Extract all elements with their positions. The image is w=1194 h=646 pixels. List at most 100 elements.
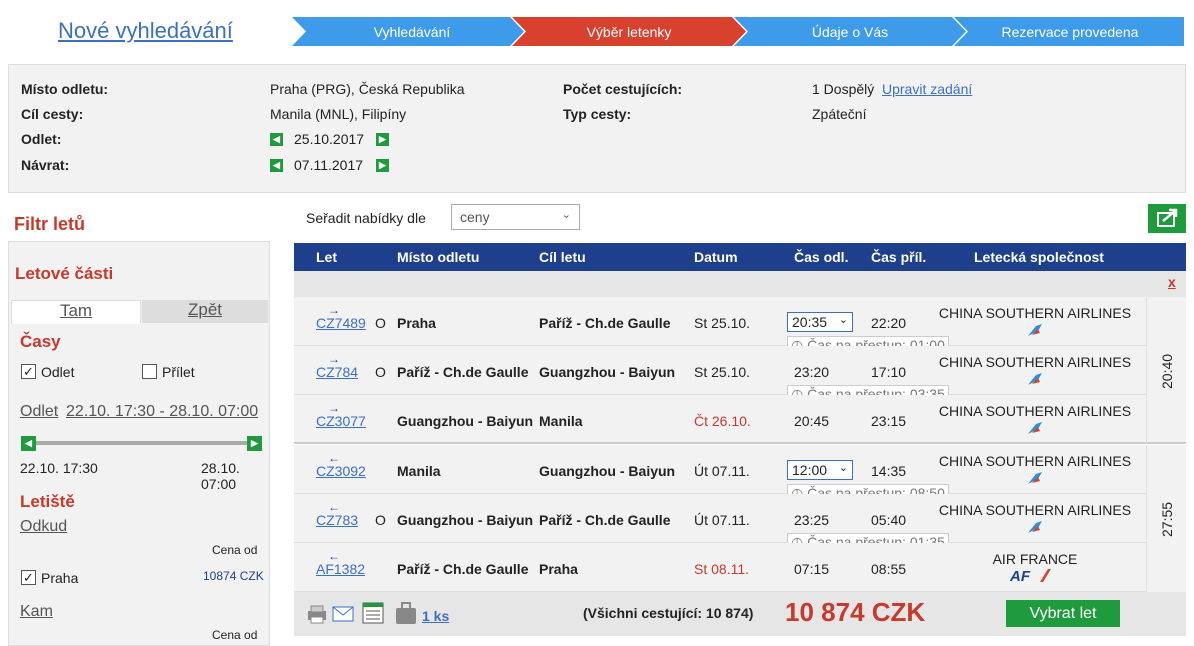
range-max-handle[interactable]: ▶ xyxy=(247,436,262,451)
flight-row[interactable]: ← CZ3092 Manila Guangzhou - Baiyun Út 07… xyxy=(294,445,1146,494)
close-offer-button[interactable]: x xyxy=(1168,274,1176,290)
tab-back[interactable]: Zpět xyxy=(142,300,268,323)
step-reservation-done: Rezervace provedena xyxy=(1001,24,1139,40)
baggage-icon xyxy=(396,602,416,624)
arrival-time: 17:10 xyxy=(871,364,907,380)
flight-date: St 08.11. xyxy=(694,561,750,577)
china-southern-logo-icon xyxy=(1028,521,1042,533)
tab-there[interactable]: Tam xyxy=(11,300,141,324)
outbound-duration: 20:40 xyxy=(1146,297,1186,444)
return-prev-button[interactable]: ◀ xyxy=(270,159,283,172)
results-table-header: Let Místo odletu Cíl letu Datum Čas odl.… xyxy=(294,243,1186,271)
range-value: 22.10. 17:30 - 28.10. 07:00 xyxy=(66,403,259,420)
step-search[interactable]: Vyhledávání xyxy=(312,24,512,40)
flight-number-link[interactable]: CZ3092 xyxy=(316,463,366,479)
depart-prev-button[interactable]: ◀ xyxy=(270,133,283,146)
origin-label: Místo odletu: xyxy=(21,81,109,97)
search-summary: Místo odletu: Praha (PRG), Česká Republi… xyxy=(8,64,1186,193)
flight-origin: Guangzhou - Baiyun xyxy=(397,413,534,429)
overnight-marker: O xyxy=(375,512,386,528)
overnight-marker: O xyxy=(375,364,386,380)
flight-number-link[interactable]: CZ7489 xyxy=(316,315,366,331)
departure-time-select[interactable]: 20:35 ⌄ xyxy=(787,312,853,332)
airline-name: CHINA SOUTHERN AIRLINES xyxy=(938,305,1132,321)
details-icon[interactable] xyxy=(362,602,384,624)
flight-origin: Paříž - Ch.de Gaulle xyxy=(397,561,529,577)
passengers-value: 1 Dospělý xyxy=(812,81,875,97)
flight-number-link[interactable]: CZ3077 xyxy=(316,413,366,429)
share-icon xyxy=(1157,208,1178,227)
select-flight-button[interactable]: Vybrat let xyxy=(1006,600,1120,627)
to-label: Kam xyxy=(20,603,53,620)
air-france-logo-icon: AF xyxy=(1010,568,1051,582)
airline-cell: CHINA SOUTHERN AIRLINES xyxy=(935,305,1135,337)
print-icon[interactable] xyxy=(306,604,328,624)
range-slider-track xyxy=(29,441,257,445)
airline-name: CHINA SOUTHERN AIRLINES xyxy=(938,453,1132,469)
airline-cell: CHINA SOUTHERN AIRLINES xyxy=(935,502,1135,534)
col-arr-time: Čas příl. xyxy=(871,249,927,265)
col-airline: Letecká společnost xyxy=(974,249,1104,265)
destination-value: Manila (MNL), Filipíny xyxy=(270,106,407,122)
flight-row[interactable]: ← CZ783 O Guangzhou - Baiyun Paříž - Ch.… xyxy=(294,494,1146,543)
flight-date: Čt 26.10. xyxy=(694,413,751,429)
outbound-duration-text: 20:40 xyxy=(1159,353,1175,389)
flight-destination: Paříž - Ch.de Gaulle xyxy=(539,315,671,331)
progress-steps: Vyhledávání Výběr letenky Údaje o Vás Re… xyxy=(292,17,1184,46)
sort-select[interactable]: ceny ⌄ xyxy=(451,204,580,230)
airport-praha-checkbox[interactable]: ✓ xyxy=(21,570,36,585)
departure-time-select[interactable]: 12:00 ⌄ xyxy=(787,460,853,480)
return-next-button[interactable]: ▶ xyxy=(376,159,389,172)
arrive-checkbox[interactable] xyxy=(142,364,157,379)
price-from-label: Cena od xyxy=(212,543,258,557)
sort-label: Seřadit nabídky dle xyxy=(306,210,426,226)
airline-name: AIR FRANCE xyxy=(992,551,1078,567)
flight-row[interactable]: ← AF1382 Paříž - Ch.de Gaulle Praha St 0… xyxy=(294,543,1146,592)
flight-date: St 25.10. xyxy=(694,315,751,331)
flight-destination: Guangzhou - Baiyun xyxy=(539,364,676,380)
times-title: Časy xyxy=(20,332,61,351)
china-southern-logo-icon xyxy=(1028,324,1042,336)
arrival-time: 05:40 xyxy=(871,512,907,528)
flight-date: Út 07.11. xyxy=(694,512,750,528)
range-min-handle[interactable]: ◀ xyxy=(21,436,36,451)
col-dep-time: Čas odl. xyxy=(794,249,849,265)
email-icon[interactable] xyxy=(332,606,354,622)
flight-number-link[interactable]: CZ783 xyxy=(316,512,358,528)
depart-next-button[interactable]: ▶ xyxy=(376,133,389,146)
flight-date: Út 07.11. xyxy=(694,463,750,479)
flight-number-link[interactable]: AF1382 xyxy=(316,561,365,577)
flight-number-link[interactable]: CZ784 xyxy=(316,364,358,380)
return-label: Návrat: xyxy=(21,157,70,173)
overnight-marker: O xyxy=(375,315,386,331)
depart-date: 25.10.2017 xyxy=(294,131,365,147)
airline-cell: CHINA SOUTHERN AIRLINES xyxy=(935,354,1135,386)
total-price: 10 874 CZK xyxy=(785,597,926,627)
flight-row[interactable]: → CZ7489 O Praha Paříž - Ch.de Gaulle St… xyxy=(294,297,1146,346)
range-max-text: 28.10. 07:00 xyxy=(201,460,240,492)
trip-type-label: Typ cesty: xyxy=(563,106,632,122)
return-duration: 27:55 xyxy=(1146,445,1186,592)
step-select-ticket: Výběr letenky xyxy=(586,24,672,40)
chevron-down-icon: ⌄ xyxy=(838,314,848,326)
airline-cell: CHINA SOUTHERN AIRLINES xyxy=(935,403,1135,435)
china-southern-logo-icon xyxy=(1028,472,1042,484)
arrive-checkbox-label: Přílet xyxy=(162,364,195,380)
departure-time: 23:25 xyxy=(794,512,830,528)
edit-search-link[interactable]: Upravit zadání xyxy=(882,81,972,97)
new-search-link[interactable]: Nové vyhledávání xyxy=(58,18,233,44)
filter-title: Filtr letů xyxy=(14,214,85,234)
baggage-count-link[interactable]: 1 ks xyxy=(422,608,449,624)
range-label: Odlet xyxy=(20,403,59,420)
airline-name: CHINA SOUTHERN AIRLINES xyxy=(938,354,1132,370)
flight-parts-title: Letové části xyxy=(15,264,114,283)
export-button[interactable] xyxy=(1148,204,1186,233)
from-label: Odkud xyxy=(20,518,68,535)
depart-checkbox[interactable]: ✓ xyxy=(21,364,36,379)
flight-row[interactable]: → CZ784 O Paříž - Ch.de Gaulle Guangzhou… xyxy=(294,346,1146,395)
depart-label: Odlet: xyxy=(21,131,62,147)
chevron-down-icon: ⌄ xyxy=(561,209,571,221)
svg-text:AF: AF xyxy=(1010,568,1031,582)
flight-row[interactable]: → CZ3077 Guangzhou - Baiyun Manila Čt 26… xyxy=(294,395,1146,444)
col-origin: Místo odletu xyxy=(397,249,480,265)
